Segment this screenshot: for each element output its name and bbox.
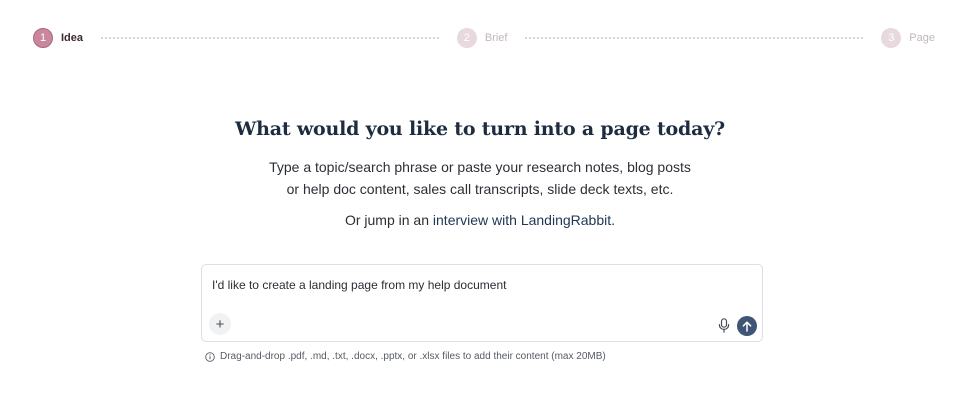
interview-prefix: Or jump in an [344,212,433,228]
hero-section: What would you like to turn into a page … [0,118,960,228]
interview-prompt: Or jump in an interview with LandingRabb… [0,212,960,228]
step-number: 1 [33,28,53,48]
step-number: 2 [456,28,477,48]
hero-description-line: or help doc content, sales call transcri… [286,181,674,197]
page: 1 Idea 2 Brief 3 Page What would you lik… [0,0,960,412]
microphone-button[interactable] [716,316,732,334]
step-page[interactable]: 3 Page [881,28,935,48]
step-connector [101,37,439,39]
step-number: 3 [881,28,902,48]
info-icon [205,351,215,362]
microphone-icon [718,317,730,333]
send-button[interactable] [737,316,757,336]
hero-description: Type a topic/search phrase or paste your… [250,156,710,200]
step-label: Idea [61,32,84,44]
step-label: Brief [484,32,508,44]
step-idea[interactable]: 1 Idea [33,28,83,48]
page-title: What would you like to turn into a page … [235,118,725,140]
step-connector [525,37,864,39]
arrow-up-icon [742,320,752,332]
idea-composer[interactable]: I'd like to create a landing page from m… [201,264,763,342]
step-brief[interactable]: 2 Brief [456,28,508,48]
hero-description-line: Type a topic/search phrase or paste your… [269,159,691,175]
interview-suffix: . [611,212,616,228]
attach-button[interactable]: + [209,313,231,335]
upload-hint-text: Drag-and-drop .pdf, .md, .txt, .docx, .p… [220,351,606,362]
plus-icon: + [215,315,225,333]
upload-hint: Drag-and-drop .pdf, .md, .txt, .docx, .p… [205,351,606,362]
interview-link[interactable]: interview with LandingRabbit [433,212,611,228]
progress-stepper: 1 Idea 2 Brief 3 Page [33,27,935,49]
step-label: Page [909,32,935,44]
idea-input[interactable]: I'd like to create a landing page from m… [212,278,506,292]
